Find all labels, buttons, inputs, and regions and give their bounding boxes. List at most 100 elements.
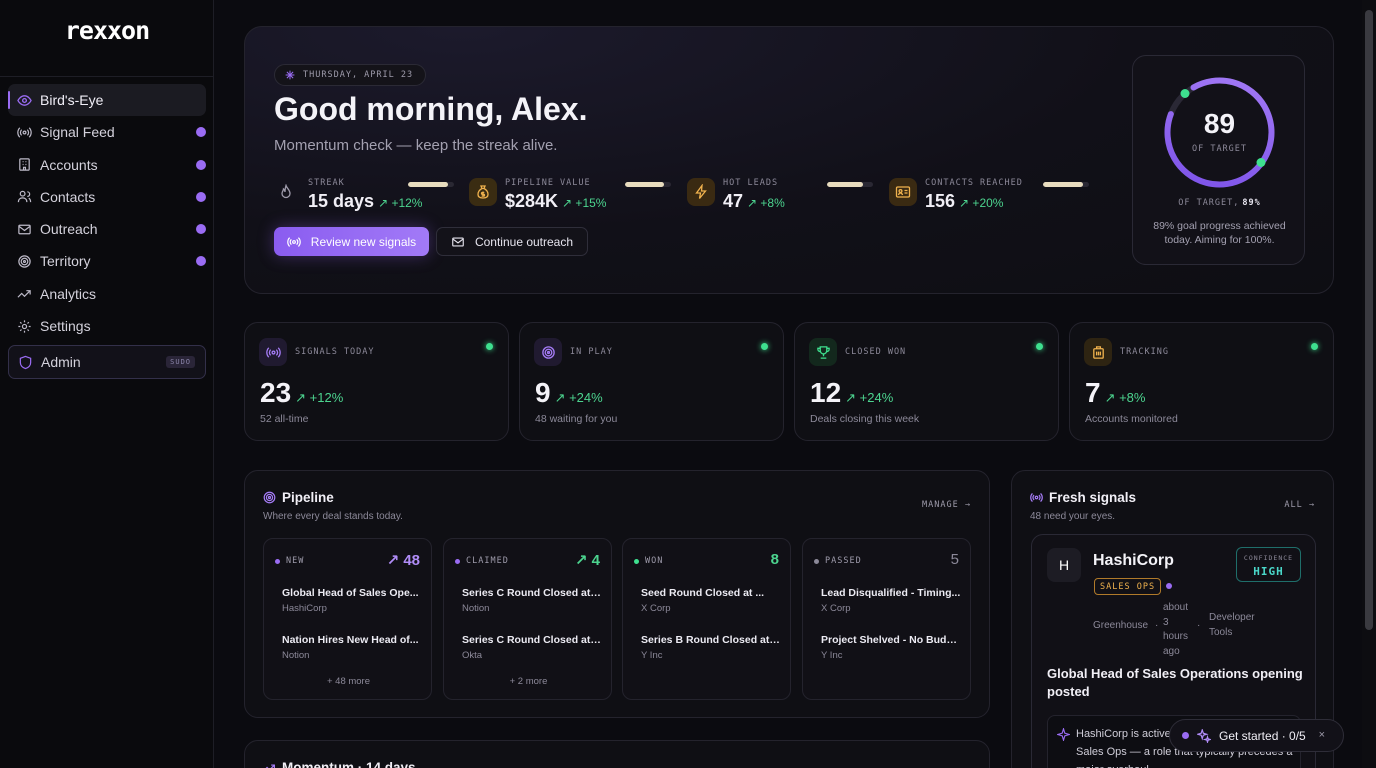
panel-title-text: Fresh signals bbox=[1049, 490, 1137, 505]
gauge-progress-line: OF TARGET, 89% bbox=[1133, 198, 1306, 208]
sparkle-icon bbox=[285, 70, 295, 80]
deal-item[interactable]: Series C Round Closed at ... Notion bbox=[462, 587, 602, 614]
stat-value: 12 ↗ +24% bbox=[810, 377, 893, 409]
deal-item[interactable]: Nation Hires New Head of... Notion bbox=[282, 634, 422, 661]
stat-card-signals-today[interactable]: SIGNALS TODAY 23 ↗ +12% 52 all-time bbox=[244, 322, 509, 441]
metric-delta: ↗ +20% bbox=[959, 196, 1004, 210]
all-signals-link[interactable]: ALL → bbox=[1284, 500, 1315, 510]
metric-progress-bar bbox=[625, 182, 671, 187]
gauge-marker bbox=[1256, 158, 1266, 167]
metric-streak: STREAK 15 days ↗ +12% bbox=[272, 175, 462, 213]
sidebar-item-signal-feed[interactable]: Signal Feed bbox=[8, 116, 206, 148]
panel-title: Momentum · 14 days bbox=[263, 760, 416, 768]
sidebar-item-label: Admin bbox=[41, 354, 81, 371]
metric-label: CONTACTS REACHED bbox=[925, 178, 1023, 188]
sidebar-item-label: Settings bbox=[40, 318, 91, 335]
review-signals-button[interactable]: Review new signals bbox=[274, 227, 429, 256]
target-gauge-card: 89 OF TARGET OF TARGET, 89% 89% goal prog… bbox=[1132, 55, 1305, 265]
target-icon bbox=[534, 338, 562, 366]
confidence-badge: CONFIDENCE HIGH bbox=[1236, 547, 1301, 582]
sidebar-item-analytics[interactable]: Analytics bbox=[8, 278, 206, 310]
shield-icon bbox=[19, 355, 32, 369]
manage-link[interactable]: MANAGE → bbox=[922, 500, 971, 510]
app-logo[interactable]: rexxon bbox=[0, 16, 214, 45]
column-label: NEW bbox=[286, 556, 305, 566]
hero-metrics: STREAK 15 days ↗ +12% PIPELINE VALUE $284… bbox=[272, 175, 1102, 215]
signal-source: Greenhouse bbox=[1093, 620, 1149, 631]
live-dot bbox=[1311, 343, 1318, 350]
broadcast-icon bbox=[1030, 493, 1043, 502]
deal-item[interactable]: Series C Round Closed at ... Okta bbox=[462, 634, 602, 661]
sudo-badge: SUDO bbox=[166, 356, 195, 369]
deal-title: Series C Round Closed at ... bbox=[462, 587, 602, 599]
metric-value-text: 47 bbox=[723, 191, 744, 211]
sidebar-item-contacts[interactable]: Contacts bbox=[8, 181, 206, 213]
stat-card-closed-won[interactable]: CLOSED WON 12 ↗ +24% Deals closing this w… bbox=[794, 322, 1059, 441]
company-name[interactable]: HashiCorp bbox=[1093, 552, 1174, 570]
sidebar-item-settings[interactable]: Settings bbox=[8, 310, 206, 342]
target-icon bbox=[18, 255, 31, 268]
page-scrollbar[interactable] bbox=[1362, 0, 1376, 768]
metric-delta: ↗ +8% bbox=[747, 196, 785, 210]
deal-item[interactable]: Lead Disqualified - Timing... X Corp bbox=[821, 587, 961, 614]
deal-title: Seed Round Closed at ... bbox=[641, 587, 765, 599]
deal-title: Series B Round Closed at ... bbox=[641, 634, 781, 646]
sidebar-item-outreach[interactable]: Outreach bbox=[8, 213, 206, 245]
deal-title: Lead Disqualified - Timing... bbox=[821, 587, 961, 599]
sidebar-nav: Bird's-Eye Signal Feed Accounts Contacts… bbox=[8, 84, 206, 380]
gauge-label: OF TARGET bbox=[1191, 144, 1248, 154]
panel-title: Pipeline bbox=[263, 490, 334, 505]
sidebar-item-territory[interactable]: Territory bbox=[8, 245, 206, 277]
sidebar-item-label: Contacts bbox=[40, 188, 96, 205]
stat-sub: Accounts monitored bbox=[1085, 413, 1178, 425]
close-icon[interactable]: × bbox=[1319, 729, 1325, 741]
stat-label: SIGNALS TODAY bbox=[295, 347, 375, 357]
status-dot bbox=[634, 558, 639, 564]
status-dot bbox=[275, 558, 280, 564]
status-dot bbox=[1166, 583, 1172, 589]
deal-item[interactable]: Global Head of Sales Ope... HashiCorp bbox=[282, 587, 422, 614]
stat-value: 7 ↗ +8% bbox=[1085, 377, 1145, 409]
stat-value-text: 7 bbox=[1085, 377, 1101, 408]
deal-company: Y Inc bbox=[821, 650, 843, 661]
column-count: ↗ 4 bbox=[574, 552, 600, 569]
column-header: CLAIMED bbox=[455, 556, 509, 566]
metric-label: HOT LEADS bbox=[723, 178, 779, 188]
company-avatar: H bbox=[1047, 548, 1081, 582]
date-pill: THURSDAY, APRIL 23 bbox=[274, 64, 427, 86]
metric-hot-leads: HOT LEADS 47 ↗ +8% bbox=[687, 175, 877, 213]
mail-icon bbox=[18, 224, 31, 235]
deal-item[interactable]: Series B Round Closed at ... Y Inc bbox=[641, 634, 781, 661]
scrollbar-thumb[interactable] bbox=[1365, 10, 1373, 630]
panel-title: Fresh signals bbox=[1030, 490, 1136, 505]
column-header: PASSED bbox=[814, 556, 862, 566]
stat-delta: ↗ +24% bbox=[554, 390, 603, 405]
pipeline-column-claimed: CLAIMED ↗ 4 Series C Round Closed at ...… bbox=[443, 538, 612, 700]
stat-delta: ↗ +8% bbox=[1104, 390, 1146, 405]
stat-value: 9 ↗ +24% bbox=[535, 377, 603, 409]
stat-delta: ↗ +24% bbox=[845, 390, 894, 405]
broadcast-icon bbox=[17, 127, 32, 138]
sidebar-item-admin[interactable]: Admin SUDO bbox=[8, 345, 206, 380]
contact-card-icon bbox=[889, 178, 917, 206]
stat-card-tracking[interactable]: TRACKING 7 ↗ +8% Accounts monitored bbox=[1069, 322, 1334, 441]
sidebar-item-accounts[interactable]: Accounts bbox=[8, 149, 206, 181]
more-link[interactable]: + 48 more bbox=[264, 676, 433, 687]
sidebar: rexxon Bird's-Eye Signal Feed Accounts C… bbox=[0, 0, 214, 768]
building-icon bbox=[19, 158, 30, 171]
deal-title: Nation Hires New Head of... bbox=[282, 634, 419, 646]
column-label: WON bbox=[645, 556, 664, 566]
sidebar-item-birds-eye[interactable]: Bird's-Eye bbox=[8, 84, 206, 116]
stat-card-in-play[interactable]: IN PLAY 9 ↗ +24% 48 waiting for you bbox=[519, 322, 784, 441]
continue-outreach-button[interactable]: Continue outreach bbox=[436, 227, 588, 256]
notification-dot bbox=[196, 256, 206, 267]
status-dot bbox=[455, 558, 460, 564]
meta-separator: · bbox=[1197, 620, 1201, 631]
more-link[interactable]: + 2 more bbox=[444, 676, 613, 687]
deal-item[interactable]: Project Shelved - No Budget... Y Inc bbox=[821, 634, 961, 661]
column-label: PASSED bbox=[825, 556, 862, 566]
get-started-toast[interactable]: Get started · 0/5 × bbox=[1169, 719, 1344, 752]
deal-item[interactable]: Seed Round Closed at ... X Corp bbox=[641, 587, 781, 614]
column-count: 5 bbox=[950, 551, 959, 568]
gauge-value: 89 bbox=[1203, 108, 1236, 139]
